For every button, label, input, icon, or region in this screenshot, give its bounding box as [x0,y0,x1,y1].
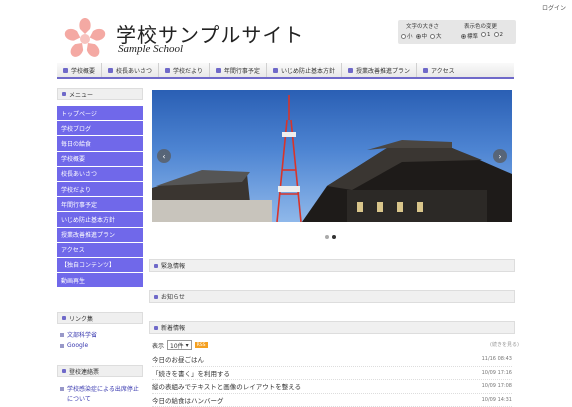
sakura-logo-icon [60,14,110,64]
sidebar-item-original[interactable]: 【独自コンテンツ】 [57,258,143,273]
sidebar-item-blog[interactable]: 学校ブログ [57,121,143,136]
sidebar-menu: トップページ 学校ブログ 毎日の給食 学校概要 校長あいさつ 学校だより 年間行… [57,106,143,288]
sidebar-item-top[interactable]: トップページ [57,106,143,121]
color-scheme-heading: 表示色の変更 [464,22,497,30]
login-link[interactable]: ログイン [542,3,566,12]
color-scheme-options: 標準 1 2 [461,32,503,40]
bullet-icon [62,92,66,96]
arrow-bullet-icon [108,68,113,73]
contact-heading: 登校連絡票 [57,365,143,377]
global-nav: 学校概要 校長あいさつ 学校だより 年間行事予定 いじめ防止基本方針 授業改善推… [57,63,514,79]
bullet-icon [154,295,158,299]
slider-dots [325,235,336,239]
arrow-bullet-icon [348,68,353,73]
sidebar-item-greeting[interactable]: 校長あいさつ [57,167,143,182]
tokyo-tower-temple-photo [152,90,512,222]
link-google[interactable]: Google [60,342,97,349]
news-title[interactable]: 縦の表組みでテキストと画像のレイアウトを整える [152,381,301,391]
sidebar-item-schedule[interactable]: 年間行事予定 [57,197,143,212]
hero-slider[interactable] [152,90,512,222]
color-2[interactable]: 2 [494,32,504,40]
news-section-header: 新着情報 [149,321,515,334]
link-mext[interactable]: 文部科学省 [60,330,97,339]
slider-dot-active[interactable] [332,235,336,239]
news-list: 今日のお昼ごはん 11/16 08:43 「続きを書く」を利用する 10/09 … [152,353,512,407]
sidebar-item-class-plan[interactable]: 授業改善推進プラン [57,228,143,243]
news-item[interactable]: 今日のお昼ごはん 11/16 08:43 [152,353,512,367]
news-date: 11/16 08:43 [482,356,512,362]
rss-icon[interactable]: RSS [195,342,208,348]
gnav-item-access[interactable]: アクセス [417,63,461,77]
arrow-bullet-icon [273,68,278,73]
radio-icon [430,34,435,39]
sidebar-item-newsletter[interactable]: 学校だより [57,182,143,197]
bullet-icon [62,316,66,320]
link-bullet-icon [60,333,64,337]
news-date: 10/09 17:08 [482,383,512,389]
link-bullet-icon [60,344,64,348]
bullet-icon [154,326,158,330]
font-size-heading: 文字の大きさ [406,22,439,30]
font-size-medium[interactable]: 中 [416,32,428,40]
slider-prev-arrow-icon[interactable]: ‹ [157,149,171,163]
font-size-small[interactable]: 小 [401,32,413,40]
arrow-bullet-icon [165,68,170,73]
news-title[interactable]: 今日のお昼ごはん [152,354,204,364]
notice-section-header: お知らせ [149,290,515,303]
news-item[interactable]: 縦の表組みでテキストと画像のレイアウトを整える 10/09 17:08 [152,380,512,394]
arrow-bullet-icon [63,68,68,73]
sidebar-item-about[interactable]: 学校概要 [57,152,143,167]
radio-checked-icon [461,34,466,39]
radio-icon [481,32,486,37]
bullet-icon [62,369,66,373]
radio-checked-icon [416,34,421,39]
news-item[interactable]: 今日の給食はハンバーグ 10/09 14:31 [152,394,512,407]
bullet-icon [154,264,158,268]
contact-list: 学校感染症による出席停止 について [60,384,139,406]
radio-icon [494,32,499,37]
gnav-item-newsletter[interactable]: 学校だより [159,63,210,77]
links-list: 文部科学省 Google [60,330,97,352]
news-more-link[interactable]: (続きを見る) [490,341,519,348]
menu-heading: メニュー [57,88,143,100]
arrow-bullet-icon [423,68,428,73]
news-title[interactable]: 「続きを書く」を利用する [152,368,230,378]
links-heading: リンク集 [57,312,143,324]
gnav-item-greeting[interactable]: 校長あいさつ [102,63,159,77]
contact-link-cont[interactable]: について [60,394,139,403]
news-filter: 表示 10件▾ RSS [152,340,208,350]
urgent-section-header: 緊急情報 [149,259,515,272]
site-subtitle: Sample School [118,43,183,55]
display-options: 文字の大きさ 表示色の変更 小 中 大 標準 1 2 [398,20,516,44]
gnav-item-class-plan[interactable]: 授業改善推進プラン [342,63,417,77]
link-bullet-icon [60,387,64,391]
color-standard[interactable]: 標準 [461,32,478,40]
arrow-bullet-icon [216,68,221,73]
count-select[interactable]: 10件▾ [167,340,192,350]
chevron-down-icon: ▾ [186,342,189,349]
sidebar-item-bullying-policy[interactable]: いじめ防止基本方針 [57,212,143,227]
color-1[interactable]: 1 [481,32,491,40]
font-size-large[interactable]: 大 [430,32,442,40]
contact-link[interactable]: 学校感染症による出席停止 [60,384,139,393]
sidebar-item-access[interactable]: アクセス [57,243,143,258]
font-size-options: 小 中 大 [401,32,442,40]
gnav-item-bullying-policy[interactable]: いじめ防止基本方針 [267,63,342,77]
gnav-item-schedule[interactable]: 年間行事予定 [210,63,267,77]
sort-label: 表示 [152,341,164,350]
gnav-item-about[interactable]: 学校概要 [57,63,102,77]
slider-next-arrow-icon[interactable]: › [493,149,507,163]
slider-dot[interactable] [325,235,329,239]
sidebar-item-video[interactable]: 動画再生 [57,273,143,288]
news-item[interactable]: 「続きを書く」を利用する 10/09 17:16 [152,367,512,381]
radio-icon [401,34,406,39]
news-date: 10/09 17:16 [482,370,512,376]
sidebar-item-lunch[interactable]: 毎日の給食 [57,136,143,151]
